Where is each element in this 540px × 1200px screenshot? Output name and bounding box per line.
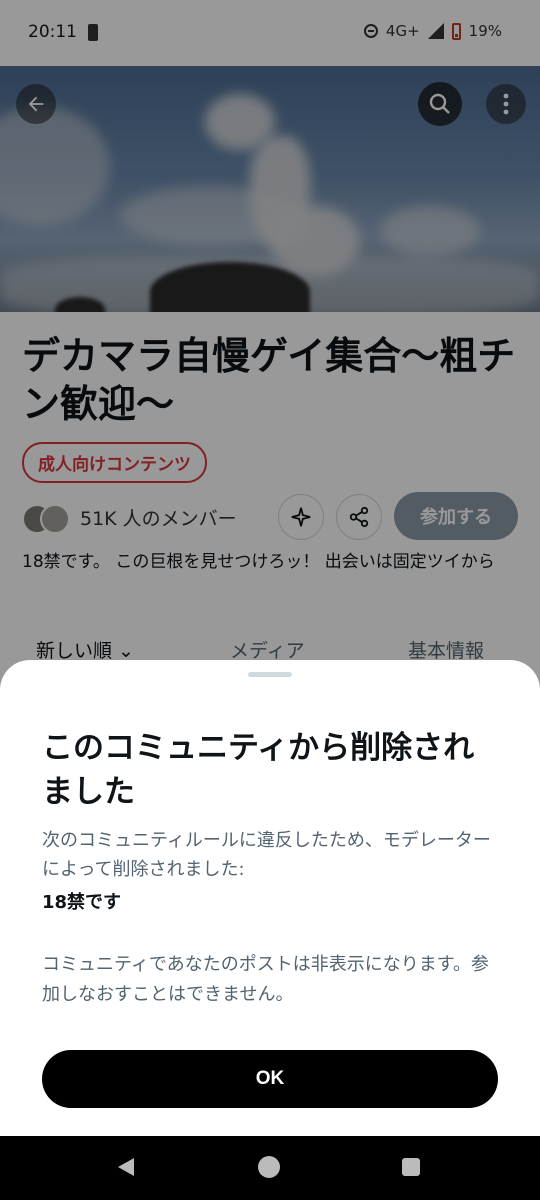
sheet-body-secondary: コミュニティであなたのポストは非表示になります。参加しなおすことはできません。 bbox=[42, 954, 489, 1005]
nav-home-icon[interactable] bbox=[258, 1156, 280, 1178]
nav-back-icon[interactable] bbox=[118, 1158, 134, 1176]
ok-button[interactable]: OK bbox=[42, 1050, 498, 1108]
nav-recents-icon[interactable] bbox=[402, 1158, 420, 1176]
removed-bottom-sheet: このコミュニティから削除されました 次のコミュニティルールに違反したため、モデレ… bbox=[0, 660, 540, 1136]
drag-handle[interactable] bbox=[248, 672, 292, 677]
sheet-body: 次のコミュニティルールに違反したため、モデレーターによって削除されました: bbox=[42, 830, 491, 880]
system-nav-bar bbox=[0, 1136, 540, 1200]
sheet-title: このコミュニティから削除されました bbox=[42, 730, 475, 810]
violated-rule: 18禁です bbox=[42, 892, 122, 913]
